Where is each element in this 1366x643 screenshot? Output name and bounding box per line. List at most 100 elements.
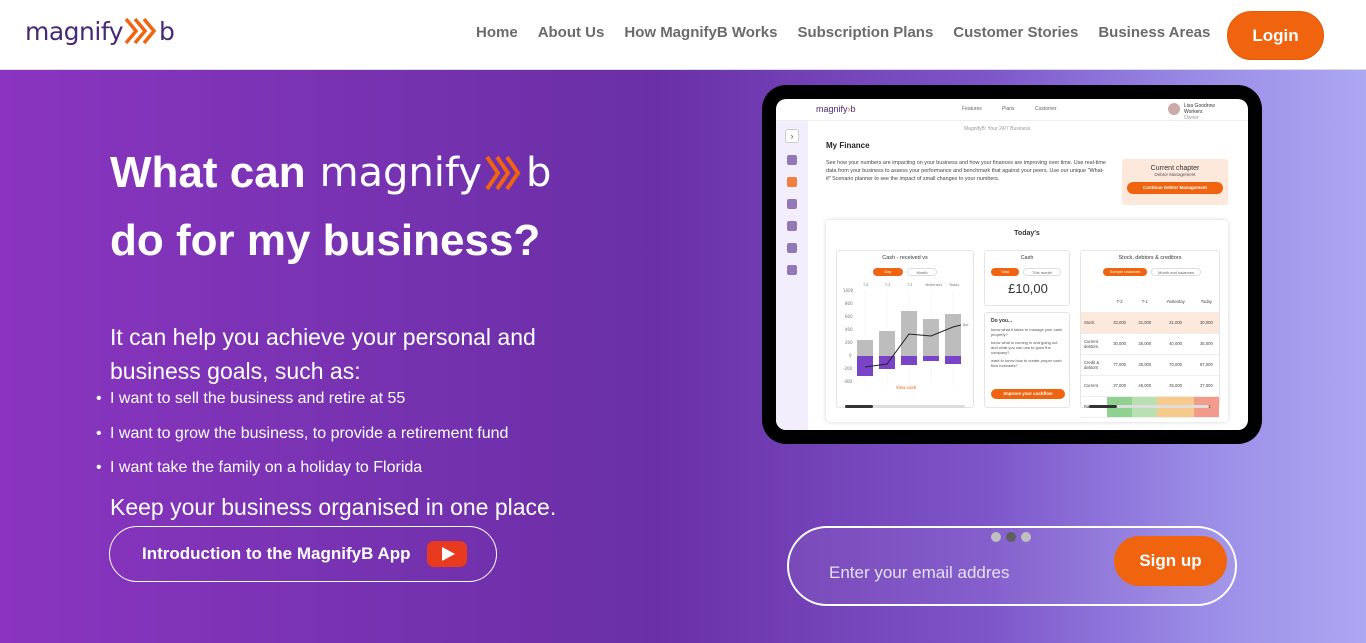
chevron-right-icon: › [785, 129, 799, 143]
y-tick: 200 [845, 340, 853, 345]
cash-column: Cash Total This month £10,00 Do you... k… [984, 250, 1070, 408]
pill-sample: Sample balances [1103, 268, 1147, 276]
nav-link-plans[interactable]: Subscription Plans [797, 24, 933, 41]
x-tick: Yesterday [925, 283, 943, 287]
cash-amount: £10,00 [1008, 281, 1048, 296]
app-nav-item: Plans [1002, 106, 1015, 112]
avatar [1168, 103, 1180, 115]
bar-received [879, 331, 895, 356]
headline-brand-suffix: b [525, 150, 552, 196]
chapter-sub: Debtor Management [1154, 172, 1196, 177]
tagline: Keep your business organised in one plac… [110, 494, 557, 520]
youtube-play-icon [426, 541, 467, 567]
cash-chart-card: Cash - received vs Day Month 1000 800 60… [836, 250, 974, 408]
app-nav-item: Customer [1035, 106, 1057, 112]
nav-link-business-areas[interactable]: Business Areas [1098, 24, 1210, 41]
pill-total: Total [991, 268, 1019, 276]
pill-month-end: Month end balances [1151, 268, 1201, 276]
pill-day: Day [873, 268, 903, 276]
nav-link-about[interactable]: About Us [538, 24, 605, 41]
finance-icon [787, 177, 797, 187]
bar-paid [923, 356, 939, 361]
table-icon [787, 221, 797, 231]
stock-table: T-2 T-1 Yesterday Today Stock 33,000 31,… [1081, 291, 1219, 418]
table-header: T-2 [1107, 291, 1133, 313]
today-panel: Today's Cash - received vs Day Month 100… [826, 220, 1228, 422]
dashboard-icon [787, 155, 797, 165]
line-end-label: Bal [963, 323, 969, 327]
y-tick: 800 [845, 301, 853, 306]
pill-this-month: This month [1023, 268, 1061, 276]
bar-received [923, 319, 939, 356]
chevrons-icon [485, 155, 521, 191]
signup-button[interactable]: Sign up [1114, 536, 1227, 586]
table-row: Current debtors 30,000 35,000 40,000 35,… [1081, 333, 1219, 355]
tablet-preview: magnify›b Features Plans Customer Lisa G… [762, 85, 1262, 444]
table-header: Today [1193, 291, 1219, 313]
login-button[interactable]: Login [1227, 11, 1324, 60]
goals-list: I want to sell the business and retire a… [96, 390, 508, 494]
cash-mini-chart: 1000 800 600 400 200 0 -200 -400 Bal T-4… [843, 283, 969, 385]
table-row: Credit & debtors 77,000 35,000 70,000 67… [1081, 354, 1219, 376]
improve-cashflow-button: Improve your cashflow [991, 389, 1065, 399]
do-you-title: Do you... [991, 318, 1013, 324]
today-label: Today's [1014, 230, 1040, 237]
chapter-title: Current chapter [1150, 165, 1200, 172]
table-header: T-1 [1132, 291, 1158, 313]
bar-paid [879, 356, 895, 369]
email-input[interactable] [829, 560, 1109, 586]
top-nav: magnify b Home About Us How MagnifyB Wor… [0, 0, 1366, 70]
shield-icon [787, 199, 797, 209]
logo-suffix: b [159, 16, 175, 46]
headline-line-1: What can magnify b [110, 148, 551, 198]
nav-link-home[interactable]: Home [476, 24, 518, 41]
signup-form: Sign up [787, 526, 1237, 606]
table-header: Yesterday [1157, 291, 1194, 313]
do-you-card: Do you... know what it takes to manage y… [984, 312, 1070, 408]
bar-paid [945, 356, 961, 364]
heart-icon [787, 243, 797, 253]
y-tick: 400 [845, 327, 853, 332]
table-row: Stock 33,000 31,000 31,000 30,000 [1081, 312, 1219, 334]
view-cash-link: View cash [895, 385, 917, 390]
bar-received [857, 340, 873, 356]
app-sidebar: › [776, 121, 808, 430]
card-title: Cash [1020, 255, 1034, 261]
globe-icon [787, 265, 797, 275]
table-row: Current 37,000 46,000 35,000 37,000 [1081, 375, 1219, 397]
list-item: I want to grow the business, to provide … [96, 425, 508, 460]
headline-brand: magnify b [320, 150, 552, 196]
pill-month: Month [907, 268, 937, 276]
stock-debtors-card: Stock, debtors & creditors Sample balanc… [1080, 250, 1220, 418]
x-tick: T-2 [906, 283, 912, 287]
app-subheader: MagnifyB: Your 24/7 Business [964, 126, 1031, 132]
intro-video-button[interactable]: Introduction to the MagnifyB App [109, 526, 497, 582]
cash-card: Cash Total This month £10,00 [984, 250, 1070, 306]
x-tick: T-4 [862, 283, 869, 287]
magnifyb-logo[interactable]: magnify b [25, 14, 175, 48]
x-tick: Today [948, 283, 960, 287]
list-item: I want to sell the business and retire a… [96, 390, 508, 425]
card-title: Stock, debtors & creditors [1118, 255, 1182, 261]
section-title: My Finance [826, 141, 870, 150]
current-chapter-card: Current chapter Debtor Management Contin… [1122, 159, 1228, 205]
nav-link-how-it-works[interactable]: How MagnifyB Works [624, 24, 777, 41]
chevrons-icon [124, 17, 157, 45]
y-tick: 1000 [843, 288, 854, 293]
y-tick: -400 [843, 379, 853, 384]
logo-wordmark: magnify [25, 16, 124, 46]
mini-scroll-thumb [845, 405, 873, 408]
do-you-item: know what it takes to manage your cash p… [991, 327, 1063, 337]
headline-brand-text: magnify [319, 150, 482, 196]
intro-video-label: Introduction to the MagnifyB App [142, 544, 411, 563]
list-item: I want take the family on a holiday to F… [96, 459, 508, 494]
headline-line-2: do for my business? [110, 216, 541, 265]
nav-links: Home About Us How MagnifyB Works Subscri… [476, 24, 1230, 41]
do-you-item: know what is coming in and going out and… [991, 340, 1058, 355]
y-tick: 600 [845, 314, 853, 319]
card-title: Cash - received vs [882, 255, 928, 261]
nav-link-stories[interactable]: Customer Stories [953, 24, 1078, 41]
app-logo: magnify›b [816, 104, 856, 114]
mini-scroll-thumb [1089, 405, 1117, 408]
continue-chapter-button: Continue Debtor Management [1127, 182, 1223, 194]
